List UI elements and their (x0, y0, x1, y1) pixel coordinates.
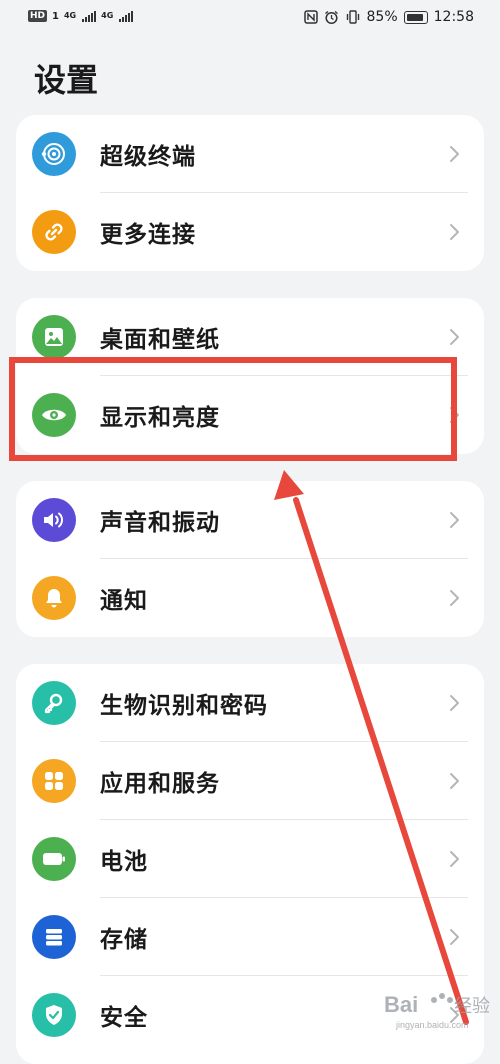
link-icon (32, 210, 76, 254)
settings-item-notifications[interactable]: 通知 (16, 559, 484, 637)
settings-item-label: 桌面和壁纸 (100, 327, 220, 353)
svg-text:jingyan.baidu.com: jingyan.baidu.com (395, 1020, 469, 1030)
settings-group-sound: 声音和振动 通知 (16, 481, 484, 637)
speaker-icon (32, 498, 76, 542)
hd-badge: HD (28, 10, 48, 22)
chevron-right-icon (450, 224, 459, 240)
settings-item-label: 应用和服务 (100, 771, 220, 797)
settings-item-label: 安全 (100, 1005, 148, 1031)
vibrate-icon (346, 10, 359, 24)
settings-item-label: 电池 (100, 849, 148, 875)
settings-item-apps-services[interactable]: 应用和服务 (16, 742, 484, 820)
chevron-right-icon (450, 590, 459, 606)
settings-item-label: 超级终端 (100, 144, 196, 170)
key-icon (32, 681, 76, 725)
network-type-2: 4G (101, 11, 114, 20)
status-bar-right: 85% 12:58 (303, 9, 474, 25)
alarm-icon (324, 10, 338, 24)
settings-item-sound-vibration[interactable]: 声音和振动 (16, 481, 484, 559)
apps-icon (32, 759, 76, 803)
chevron-right-icon (450, 929, 459, 945)
chevron-right-icon (450, 512, 459, 528)
settings-item-more-connections[interactable]: 更多连接 (16, 193, 484, 271)
settings-item-super-device[interactable]: 超级终端 (16, 115, 484, 193)
svg-text:Bai: Bai (384, 992, 418, 1017)
clock: 12:58 (433, 9, 474, 25)
battery-icon (32, 837, 76, 881)
status-bar-left: HD 1 4G 4G (28, 10, 134, 22)
highlight-box (9, 357, 457, 461)
settings-item-label: 生物识别和密码 (100, 693, 268, 719)
settings-group-connectivity: 超级终端 更多连接 (16, 115, 484, 271)
battery-percent: 85% (366, 9, 398, 25)
settings-item-label: 通知 (100, 588, 148, 614)
network-type-1: 4G (63, 11, 77, 20)
settings-item-biometrics-password[interactable]: 生物识别和密码 (16, 664, 484, 742)
page-title: 设置 (34, 61, 99, 99)
status-bar: HD 1 4G 4G 85% 12:58 (0, 0, 500, 38)
watermark-logo: Bai 经验 jingyan.baidu.com (384, 992, 490, 1030)
chevron-right-icon (450, 773, 459, 789)
settings-item-battery[interactable]: 电池 (16, 820, 484, 898)
settings-item-label: 声音和振动 (100, 510, 220, 536)
settings-item-label: 存储 (100, 927, 148, 953)
chevron-right-icon (450, 329, 459, 345)
settings-item-storage[interactable]: 存储 (16, 898, 484, 976)
sim1-label: 1 (52, 10, 59, 22)
signal-icon-2 (119, 10, 134, 22)
chevron-right-icon (450, 146, 459, 162)
battery-status-icon (403, 10, 428, 24)
chevron-right-icon (450, 851, 459, 867)
super-device-icon (32, 132, 76, 176)
storage-icon (32, 915, 76, 959)
settings-item-label: 更多连接 (100, 222, 196, 248)
bell-icon (32, 576, 76, 620)
chevron-right-icon (450, 695, 459, 711)
signal-icon (82, 10, 97, 22)
svg-text:经验: 经验 (454, 996, 490, 1017)
shield-icon (32, 993, 76, 1037)
nfc-icon (303, 10, 318, 24)
wallpaper-icon (32, 315, 76, 359)
